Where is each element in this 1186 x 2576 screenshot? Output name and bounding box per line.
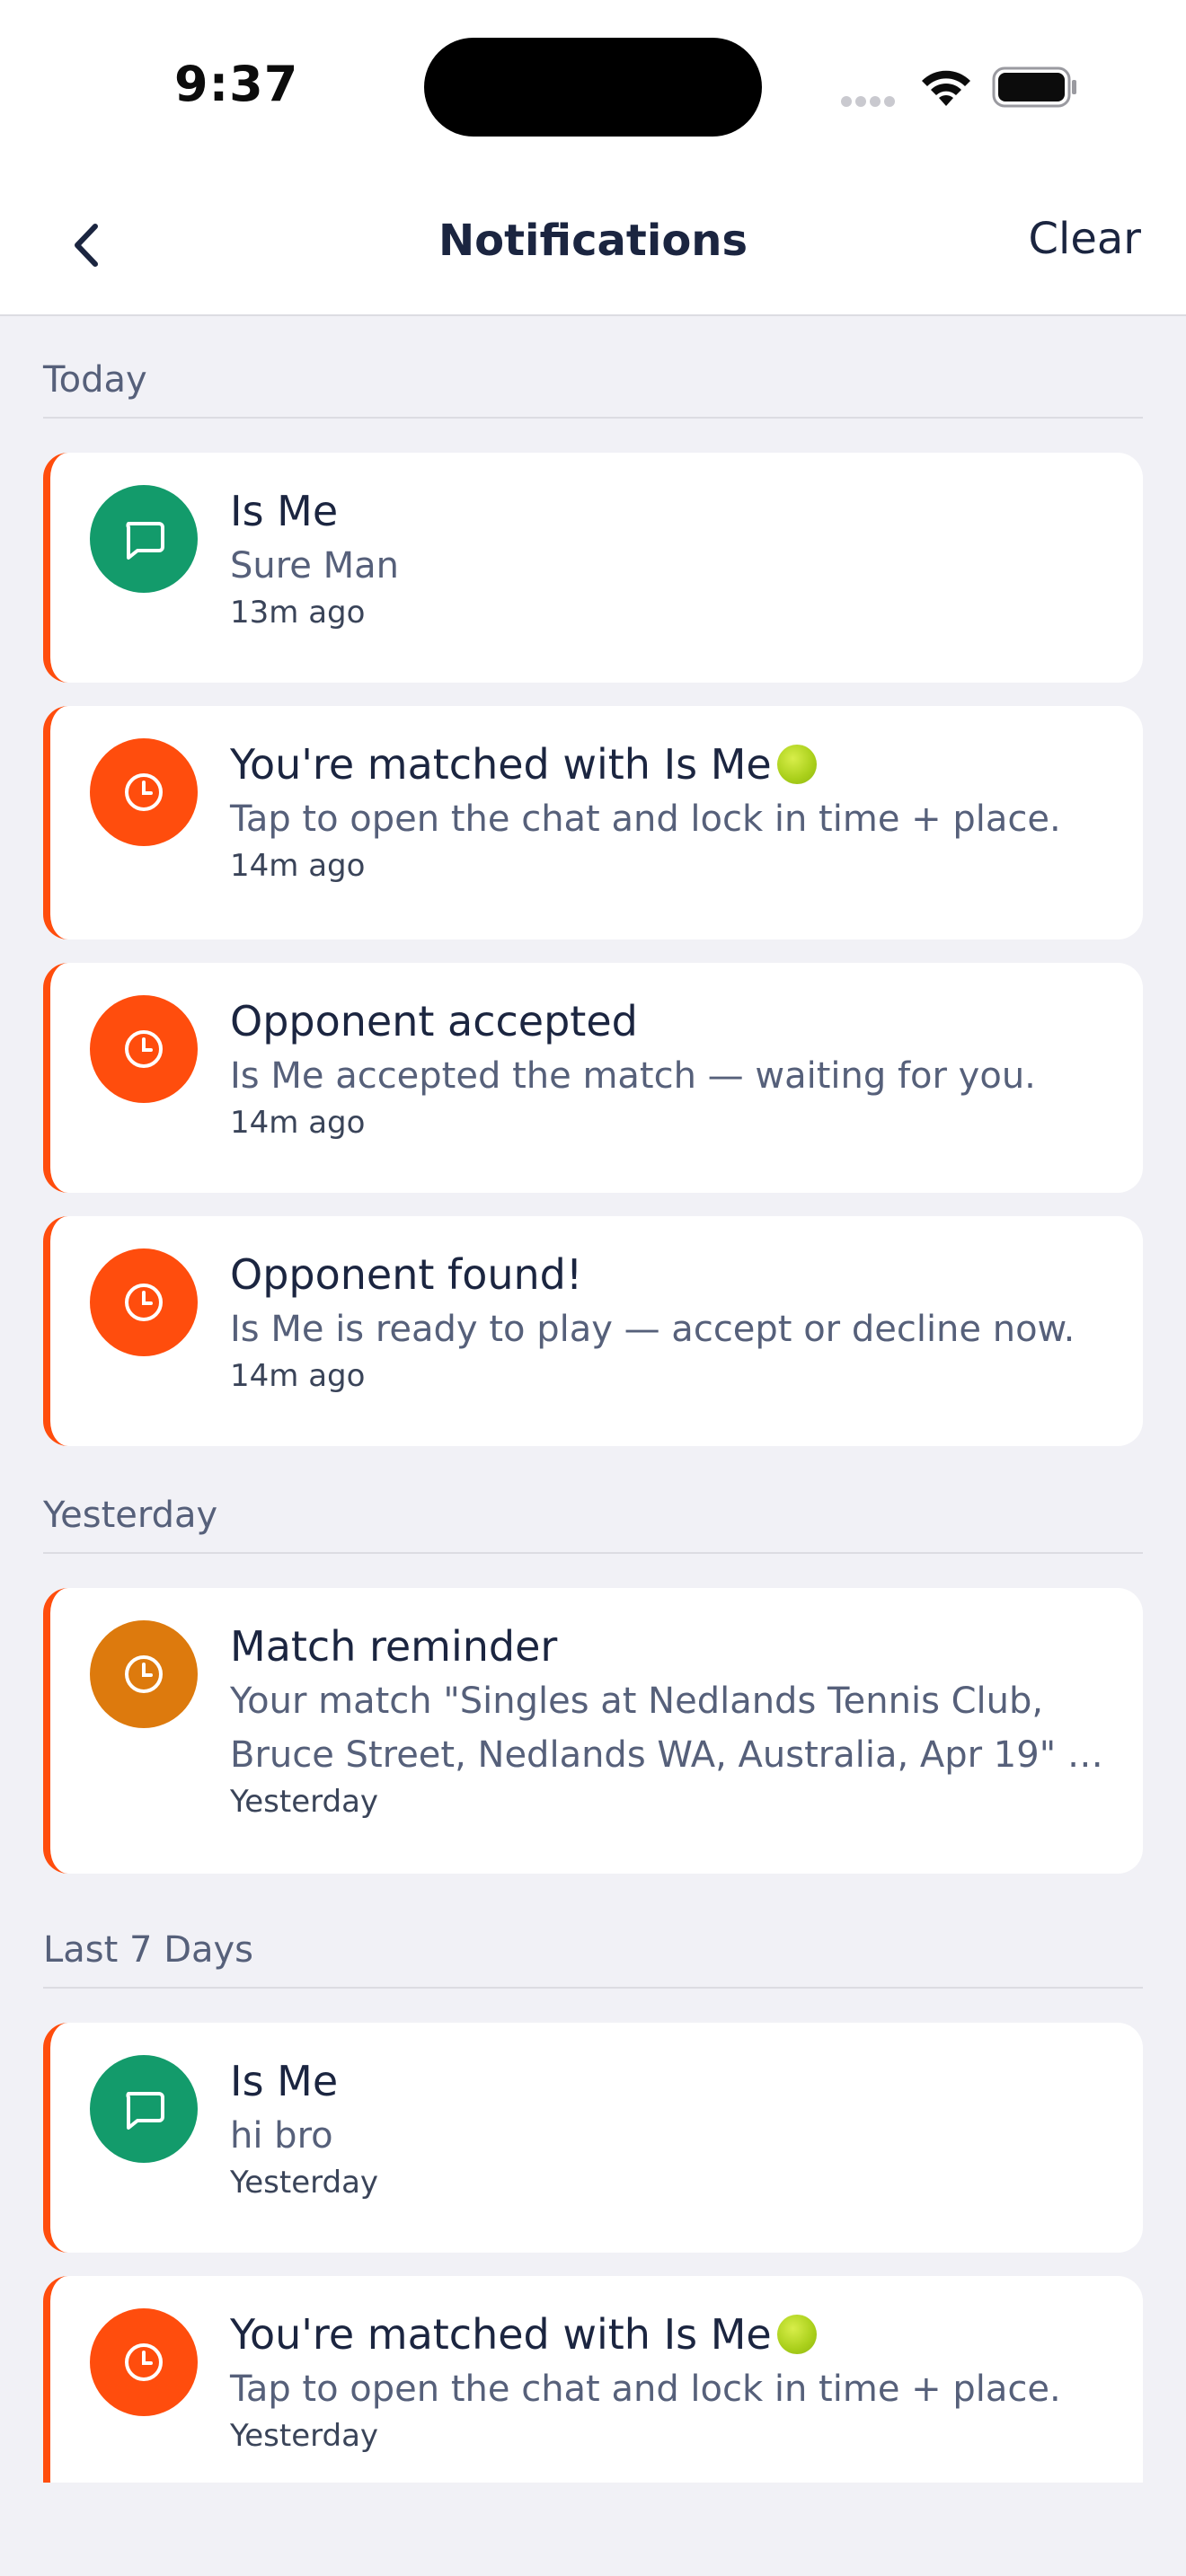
notification-body: hi bro — [230, 2115, 333, 2157]
notification-time: 14m ago — [230, 848, 366, 884]
notification-card[interactable]: You're matched with Is Me Tap to open th… — [43, 706, 1143, 940]
notification-title: Opponent found! — [230, 1250, 583, 1299]
clock-avatar — [90, 1620, 198, 1728]
clock-avatar — [90, 2308, 198, 2416]
notification-card[interactable]: Is Me hi bro Yesterday — [43, 2023, 1143, 2253]
notification-time: Yesterday — [230, 1784, 379, 1820]
notification-time: 14m ago — [230, 1358, 366, 1394]
notification-body: Is Me is ready to play — accept or decli… — [230, 1309, 1075, 1350]
chat-bubble-icon — [126, 2092, 164, 2130]
navigation-bar: Notifications Clear — [0, 180, 1186, 316]
notification-body: Your match "Singles at Nedlands Tennis C… — [230, 1681, 1103, 1776]
notification-card[interactable]: Opponent accepted Is Me accepted the mat… — [43, 963, 1143, 1193]
chat-avatar — [90, 2055, 198, 2163]
clock-avatar — [90, 1248, 198, 1356]
notifications-list: Today Is Me Sure Man 13m ago You're matc… — [43, 316, 1143, 2506]
notification-text: Opponent found! Is Me is ready to play —… — [230, 1250, 1116, 1394]
section-header-today: Today — [43, 359, 1143, 419]
notification-body: Tap to open the chat and lock in time + … — [230, 2369, 1061, 2410]
status-time: 9:37 — [174, 56, 299, 112]
notification-text: You're matched with Is Me Tap to open th… — [230, 740, 1116, 884]
clock-icon — [125, 2343, 163, 2381]
battery-icon — [992, 66, 1076, 108]
wifi-icon — [922, 70, 970, 106]
notification-body: Tap to open the chat and lock in time + … — [230, 798, 1061, 840]
clock-icon — [125, 1030, 163, 1068]
page-title: Notifications — [438, 216, 748, 266]
notification-body: Is Me accepted the match — waiting for y… — [230, 1055, 1036, 1097]
dynamic-island — [424, 38, 762, 137]
notification-time: 13m ago — [230, 595, 366, 631]
notification-card[interactable]: Opponent found! Is Me is ready to play —… — [43, 1216, 1143, 1446]
tennis-ball-icon — [776, 2315, 817, 2354]
clock-icon — [125, 1284, 163, 1321]
notification-title: Is Me — [230, 2057, 339, 2105]
notification-time: Yesterday — [230, 2418, 379, 2454]
section-header-last-7-days: Last 7 Days — [43, 1929, 1143, 1989]
notification-time: Yesterday — [230, 2165, 379, 2201]
clock-avatar — [90, 995, 198, 1103]
notification-text: Opponent accepted Is Me accepted the mat… — [230, 997, 1116, 1141]
notification-card[interactable]: Is Me Sure Man 13m ago — [43, 453, 1143, 683]
clear-button[interactable]: Clear — [1028, 214, 1141, 264]
notification-text: Match reminder Your match "Singles at Ne… — [230, 1622, 1116, 1820]
bottom-safe-area — [0, 2483, 1186, 2576]
notification-title: You're matched with Is Me — [230, 2310, 1116, 2359]
notification-title: You're matched with Is Me — [230, 740, 1116, 789]
clock-icon — [125, 773, 163, 811]
notification-title: Match reminder — [230, 1622, 558, 1671]
chat-bubble-icon — [126, 522, 164, 560]
chat-avatar — [90, 485, 198, 593]
notification-text: You're matched with Is Me Tap to open th… — [230, 2310, 1116, 2454]
clock-icon — [125, 1655, 163, 1693]
section-header-yesterday: Yesterday — [43, 1495, 1143, 1554]
notification-text: Is Me hi bro Yesterday — [230, 2057, 1116, 2201]
notification-card[interactable]: Match reminder Your match "Singles at Ne… — [43, 1588, 1143, 1874]
notification-text: Is Me Sure Man 13m ago — [230, 487, 1116, 631]
notification-card[interactable]: You're matched with Is Me Tap to open th… — [43, 2276, 1143, 2506]
tennis-ball-icon — [776, 745, 817, 784]
notification-body: Sure Man — [230, 545, 400, 587]
notification-title: Is Me — [230, 487, 339, 535]
clock-avatar — [90, 738, 198, 846]
status-bar: 9:37 — [0, 0, 1186, 180]
notification-title: Opponent accepted — [230, 997, 638, 1045]
cellular-signal-icon — [841, 93, 900, 107]
notification-time: 14m ago — [230, 1105, 366, 1141]
